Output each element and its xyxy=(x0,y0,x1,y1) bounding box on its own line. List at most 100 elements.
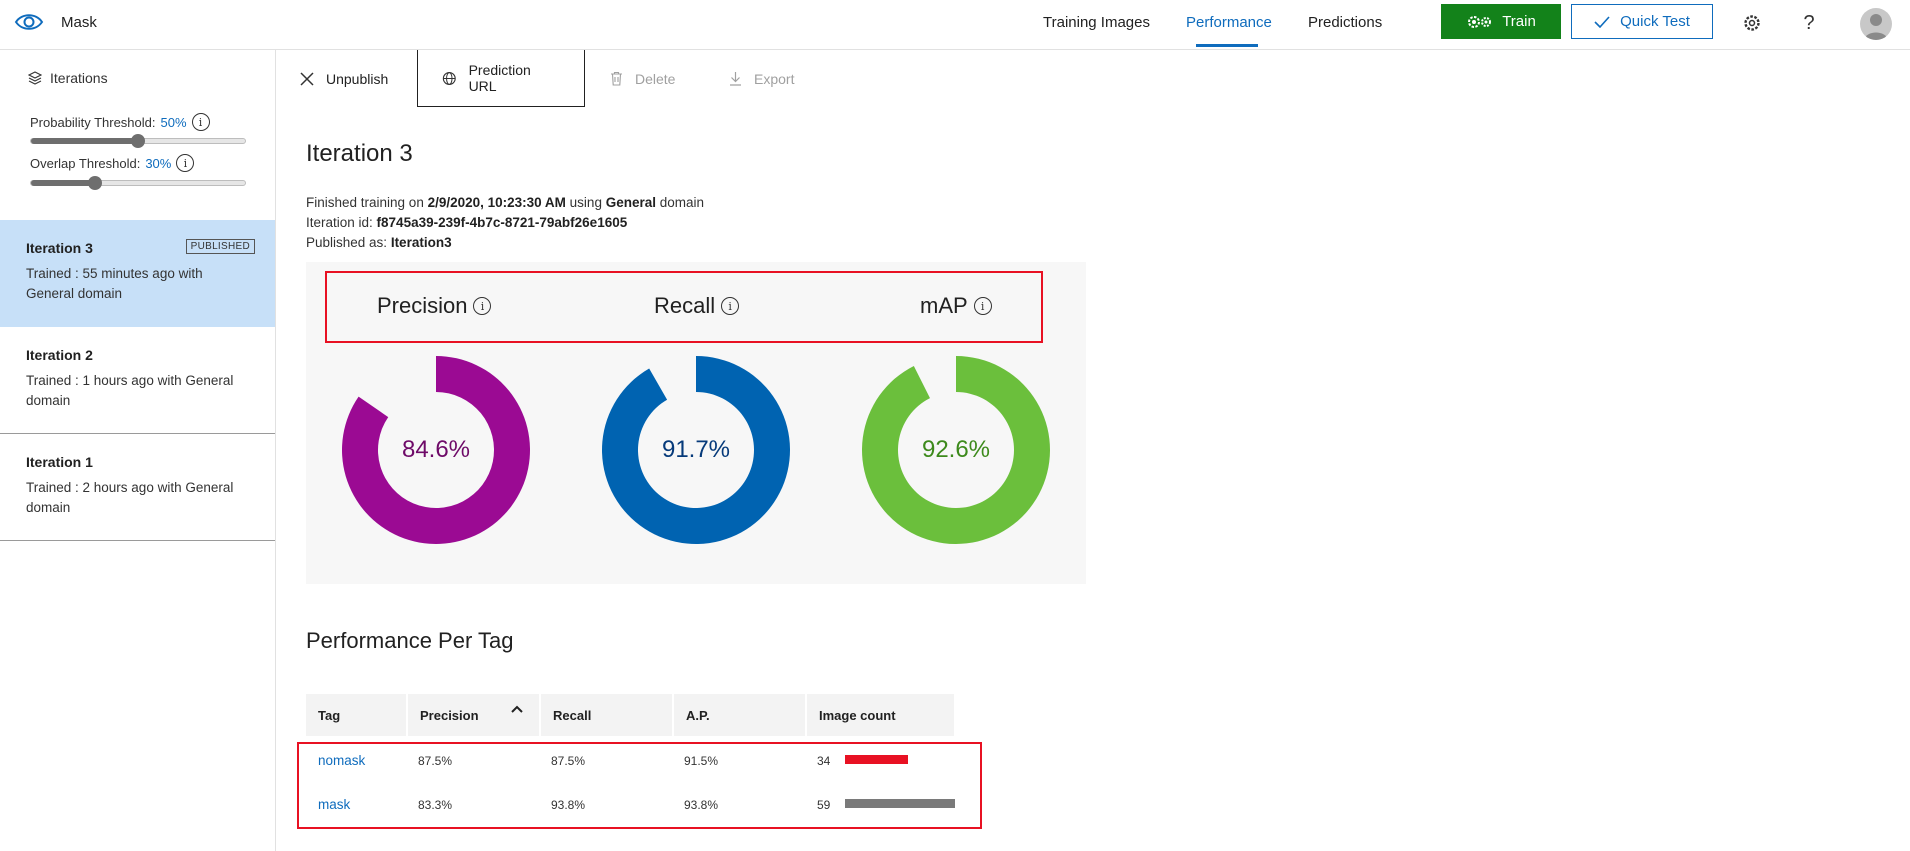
overlap-threshold-text: Overlap Threshold: xyxy=(30,155,141,171)
tag-link-nomask[interactable]: nomask xyxy=(318,753,365,768)
iteration-description: Trained : 2 hours ago with General domai… xyxy=(26,480,234,515)
train-label: Train xyxy=(1502,13,1536,30)
info-icon[interactable]: i xyxy=(176,154,195,172)
meta-text: Iteration id: xyxy=(306,215,377,230)
map-label: mAP i xyxy=(920,293,992,319)
iteration-id-text: Iteration id: f8745a39-239f-4b7c-8721-79… xyxy=(306,215,627,230)
domain-name: General xyxy=(605,195,656,210)
precision-value: 84.6% xyxy=(401,436,471,463)
close-icon xyxy=(300,71,314,86)
prediction-url-label: Prediction URL xyxy=(468,62,531,94)
row-image-count: 59 xyxy=(817,798,831,812)
top-bar: Mask Training Images Performance Predict… xyxy=(0,0,1910,50)
recall-label-text: Recall xyxy=(654,293,716,318)
sort-ascending-icon[interactable] xyxy=(511,705,523,713)
recall-value: 91.7% xyxy=(661,436,731,463)
prediction-url-button[interactable]: Prediction URL xyxy=(417,50,585,107)
row-ap: 93.8% xyxy=(684,798,719,812)
column-header-ap[interactable]: A.P. xyxy=(672,694,805,736)
checkmark-icon xyxy=(1594,15,1610,28)
delete-label: Delete xyxy=(635,70,676,87)
quick-test-button[interactable]: Quick Test xyxy=(1571,4,1713,39)
info-icon[interactable]: i xyxy=(473,297,492,315)
recall-donut: 91.7% xyxy=(601,355,791,545)
map-value: 92.6% xyxy=(921,436,991,463)
image-count-bar xyxy=(845,755,909,764)
image-count-bar xyxy=(845,799,955,808)
tag-link-mask[interactable]: mask xyxy=(318,797,350,812)
precision-label: Precision i xyxy=(377,293,492,319)
help-button[interactable]: ? xyxy=(1794,8,1824,38)
column-header-tag[interactable]: Tag xyxy=(306,694,406,736)
slider-thumb[interactable] xyxy=(88,176,103,190)
recall-label: Recall i xyxy=(654,293,740,319)
iterations-header-label: Iterations xyxy=(50,70,108,86)
probability-threshold-slider[interactable] xyxy=(30,134,246,148)
meta-text: Published as: xyxy=(306,235,391,250)
tab-performance[interactable]: Performance xyxy=(1186,14,1272,31)
row-image-count: 34 xyxy=(817,754,831,768)
export-button[interactable]: Export xyxy=(729,50,794,107)
row-recall: 87.5% xyxy=(551,754,586,768)
map-label-text: mAP xyxy=(920,293,968,318)
iteration-description: Trained : 55 minutes ago with General do… xyxy=(26,266,203,301)
overlap-threshold-slider[interactable] xyxy=(30,176,246,190)
info-icon[interactable]: i xyxy=(721,297,740,315)
gears-icon xyxy=(1468,15,1492,28)
finished-date: 2/9/2020, 10:23:30 AM xyxy=(427,195,566,210)
slider-fill xyxy=(31,180,96,186)
meta-text: Finished training on xyxy=(306,195,428,210)
avatar[interactable] xyxy=(1860,8,1892,40)
delete-button[interactable]: Delete xyxy=(610,50,675,107)
slider-fill xyxy=(31,138,138,144)
finished-training-text: Finished training on 2/9/2020, 10:23:30 … xyxy=(306,195,704,210)
tab-training-images[interactable]: Training Images xyxy=(1043,14,1150,31)
iterations-sidebar: Iterations Probability Threshold: 50% i … xyxy=(0,50,276,851)
iteration-item-1[interactable]: Iteration 1 Trained : 2 hours ago with G… xyxy=(0,434,275,541)
active-tab-indicator xyxy=(1196,44,1258,47)
unpublish-label: Unpublish xyxy=(326,70,389,87)
settings-button[interactable] xyxy=(1737,8,1767,38)
overlap-threshold-value: 30% xyxy=(145,155,172,171)
iteration-name: Iteration 2 xyxy=(26,347,93,363)
iterations-header: Iterations xyxy=(28,70,108,86)
overlap-threshold-label: Overlap Threshold: 30% i xyxy=(30,154,195,172)
eye-logo-icon xyxy=(14,14,44,30)
column-header-precision[interactable]: Precision xyxy=(406,694,539,736)
probability-threshold-text: Probability Threshold: xyxy=(30,114,156,130)
precision-donut: 84.6% xyxy=(341,355,531,545)
column-header-image-count[interactable]: Image count xyxy=(805,694,954,736)
map-donut: 92.6% xyxy=(861,355,1051,545)
column-header-label: Precision xyxy=(420,707,479,723)
published-name: Iteration3 xyxy=(390,235,452,250)
user-icon xyxy=(1864,14,1888,40)
row-ap: 91.5% xyxy=(684,754,719,768)
app-title: Mask xyxy=(61,14,97,31)
train-button[interactable]: Train xyxy=(1441,4,1561,39)
info-icon[interactable]: i xyxy=(973,297,992,315)
probability-threshold-label: Probability Threshold: 50% i xyxy=(30,113,210,131)
unpublish-button[interactable]: Unpublish xyxy=(300,50,388,107)
iteration-id: f8745a39-239f-4b7c-8721-79abf26e1605 xyxy=(376,215,628,230)
performance-per-tag-title: Performance Per Tag xyxy=(306,628,514,653)
tab-predictions[interactable]: Predictions xyxy=(1308,14,1382,31)
info-icon[interactable]: i xyxy=(191,113,210,131)
probability-threshold-value: 50% xyxy=(160,114,187,130)
trash-icon xyxy=(611,71,622,86)
layers-icon xyxy=(28,71,42,85)
globe-icon xyxy=(442,71,456,85)
gear-icon xyxy=(1744,15,1760,31)
published-badge: PUBLISHED xyxy=(185,239,255,254)
iteration-item-3[interactable]: Iteration 3 Trained : 55 minutes ago wit… xyxy=(0,220,275,327)
slider-thumb[interactable] xyxy=(131,134,145,148)
page-title: Iteration 3 xyxy=(306,140,413,167)
iteration-description: Trained : 1 hours ago with General domai… xyxy=(26,373,234,408)
download-icon xyxy=(730,72,741,86)
column-header-recall[interactable]: Recall xyxy=(539,694,672,736)
published-as-text: Published as: Iteration3 xyxy=(306,235,452,250)
row-precision: 83.3% xyxy=(418,798,453,812)
precision-label-text: Precision xyxy=(377,293,468,318)
iteration-item-2[interactable]: Iteration 2 Trained : 1 hours ago with G… xyxy=(0,327,275,434)
iteration-name: Iteration 1 xyxy=(26,454,93,470)
row-precision: 87.5% xyxy=(418,754,453,768)
